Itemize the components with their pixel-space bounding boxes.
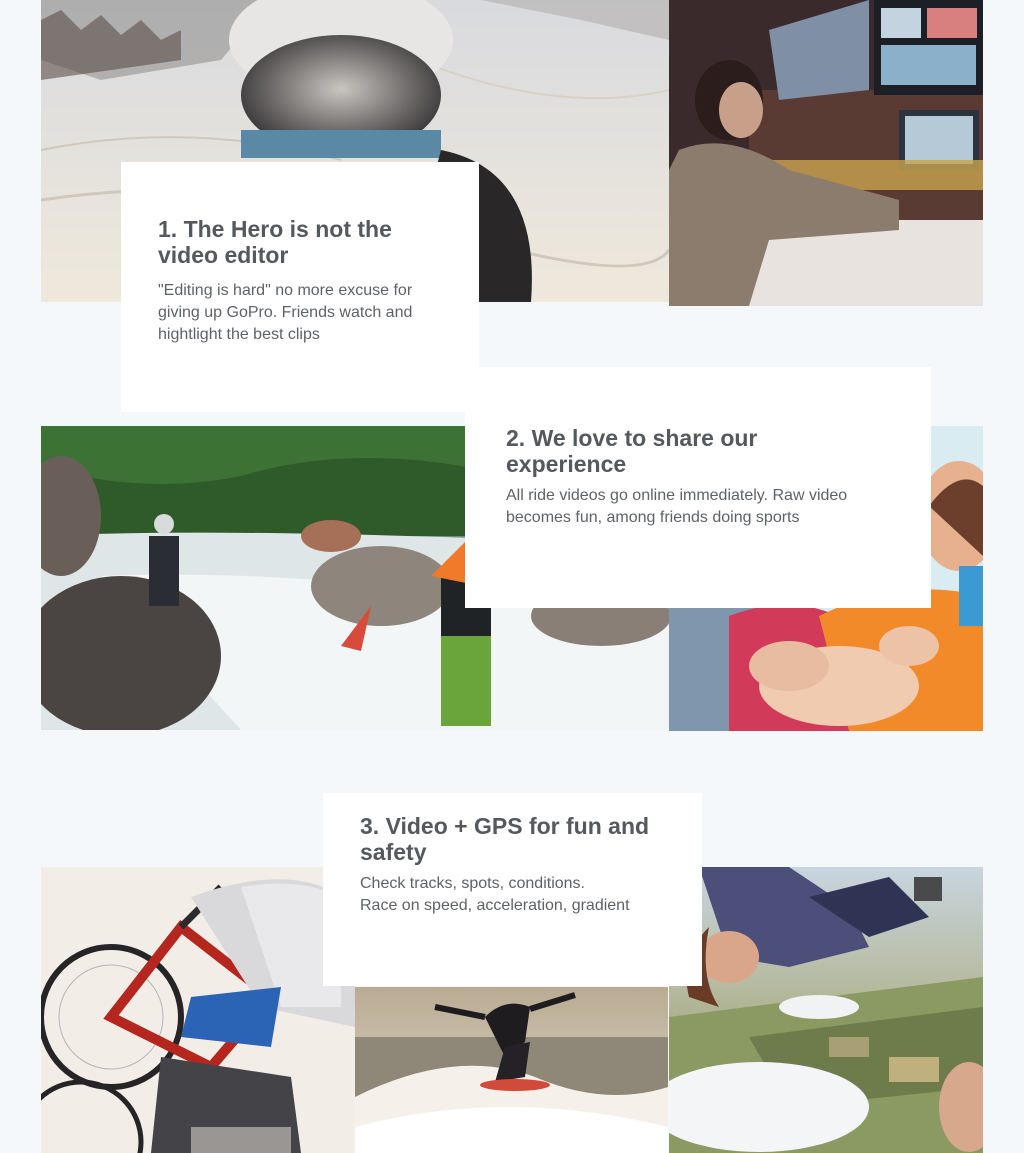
surfer-wave-photo: [355, 987, 668, 1153]
feature-title-2: 2. We love to share our experience: [506, 425, 758, 477]
skydivers-photo: [669, 867, 983, 1153]
feature-title-1: 1. The Hero is not the video editor: [158, 216, 392, 268]
feature-card-1: 1. The Hero is not the video editor "Edi…: [121, 162, 479, 412]
feature-card-3: 3. Video + GPS for fun and safety Check …: [323, 793, 702, 986]
video-editing-room-photo: [669, 0, 983, 306]
feature-description-1: "Editing is hard" no more excuse for giv…: [158, 282, 413, 343]
bmx-rider-photo: [41, 867, 355, 1153]
feature-title-3: 3. Video + GPS for fun and safety: [360, 813, 650, 865]
feature-card-2: 2. We love to share our experience All r…: [465, 367, 931, 608]
feature-description-2: All ride videos go online immediately. R…: [506, 487, 848, 526]
feature-description-3-line-1: Check tracks, spots, conditions.: [360, 875, 585, 892]
feature-description-3-line-2: Race on speed, acceleration, gradient: [360, 897, 630, 914]
